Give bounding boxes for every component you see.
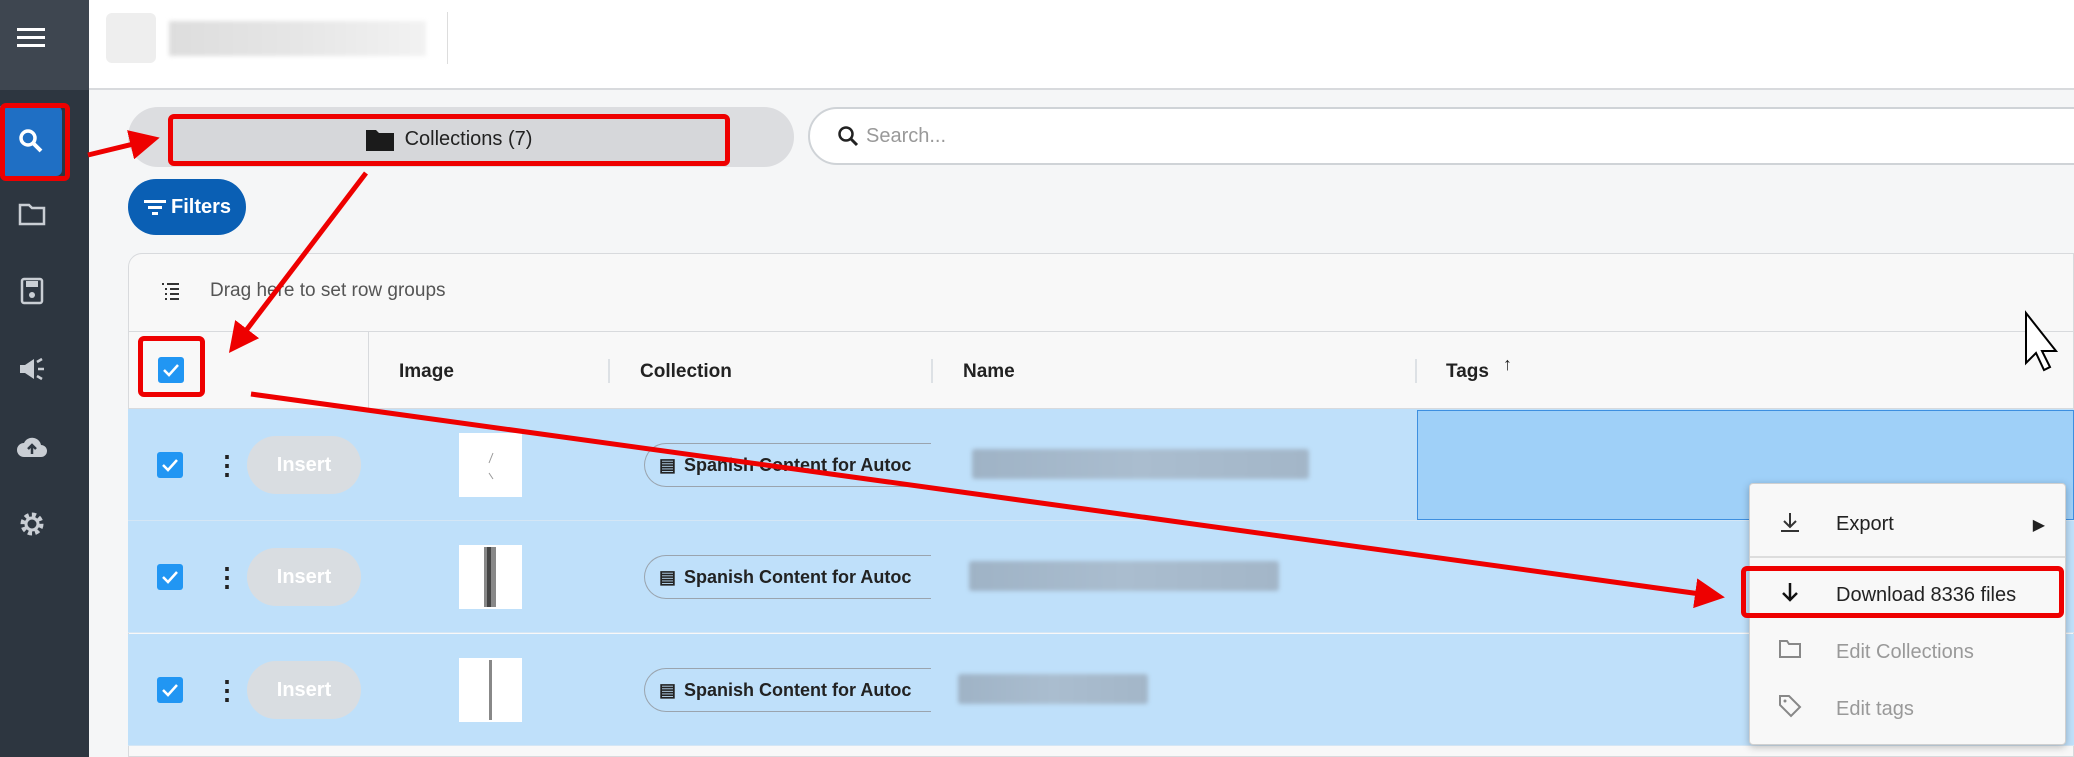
mouse-cursor-icon [2025,310,2059,372]
annotation-arrows [87,130,2059,609]
arrow-to-checkbox [228,171,368,353]
arrow-to-collections [87,130,160,160]
arrow-to-download [250,391,1725,609]
